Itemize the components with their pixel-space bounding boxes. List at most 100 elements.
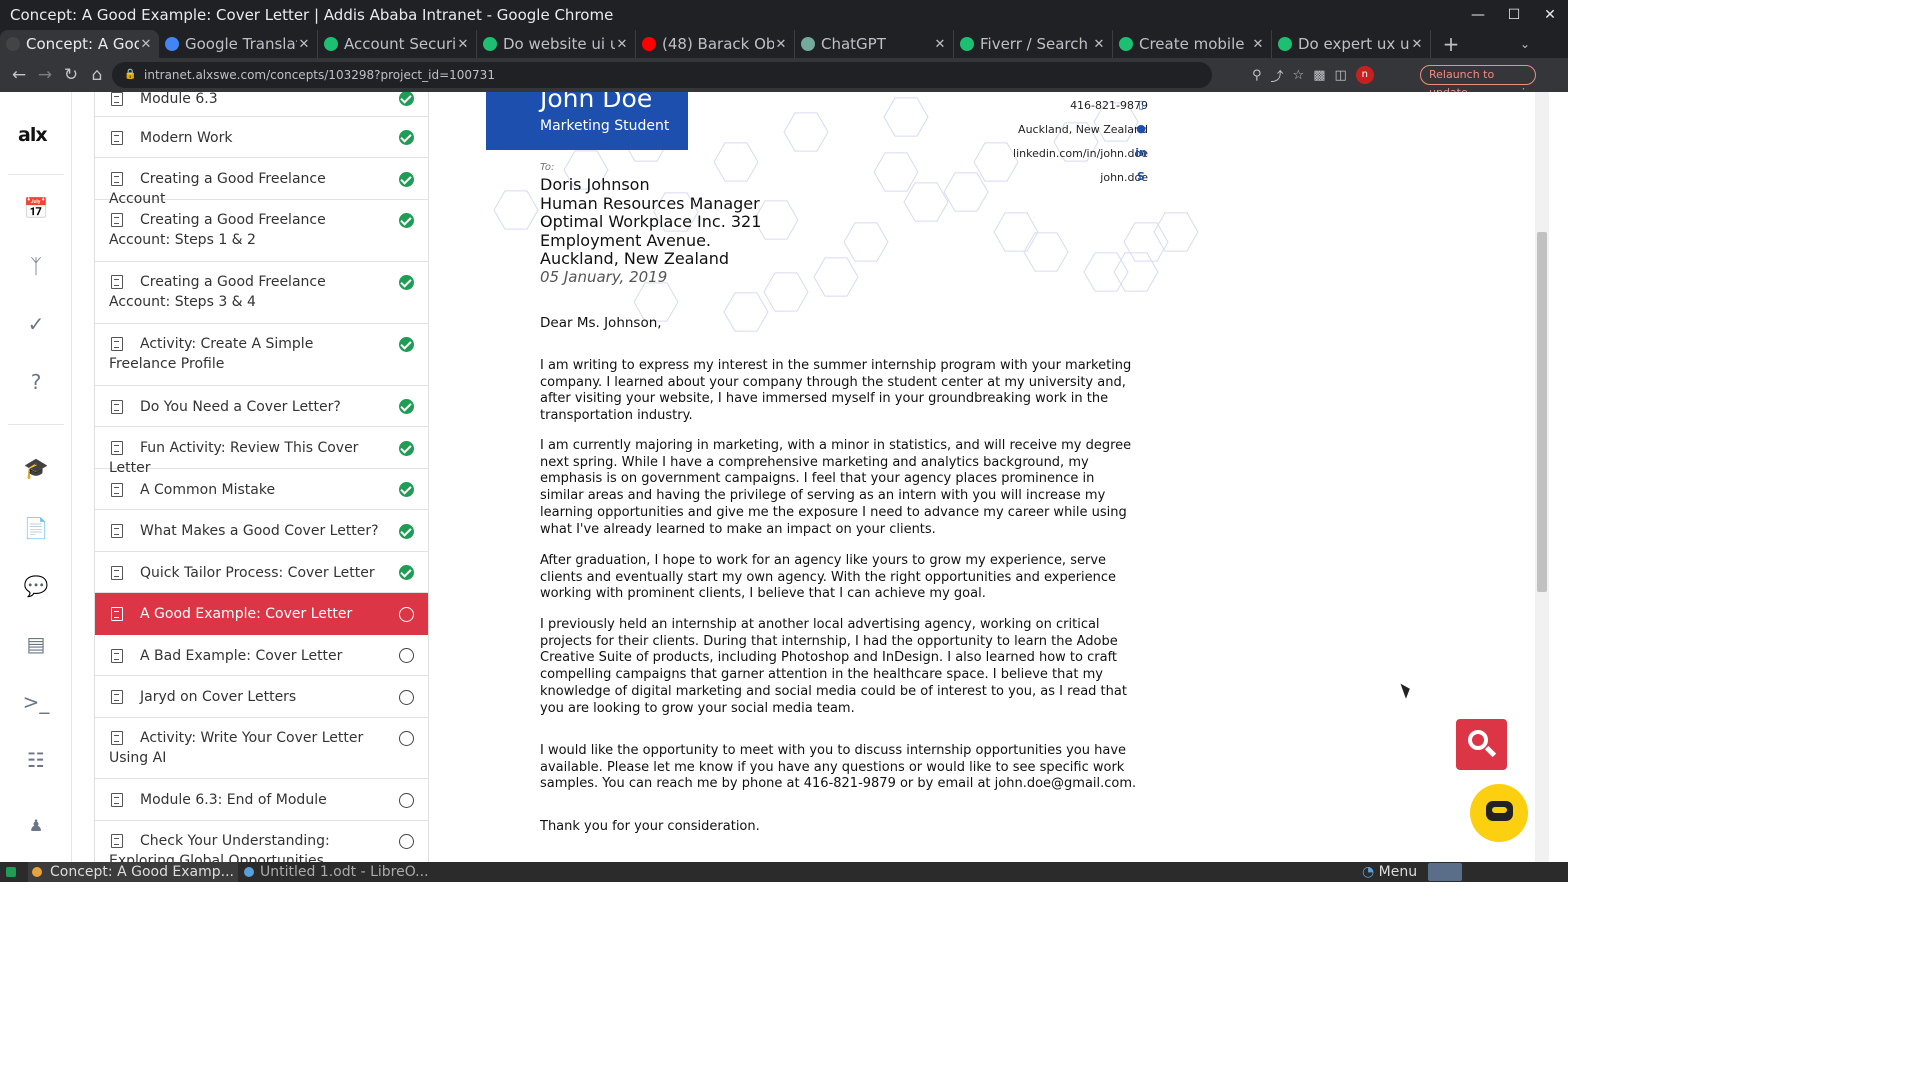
graduation-cap-icon[interactable]: 🎓 [22, 456, 50, 480]
tab-7[interactable]: Create mobile ✕ [1113, 30, 1272, 58]
sidebar-item[interactable]: Activity: Create A Simple Freelance Prof… [95, 324, 428, 386]
alx-logo[interactable]: alx [18, 124, 48, 146]
favicon-icon [960, 37, 974, 51]
close-tab-icon[interactable]: ✕ [139, 37, 153, 52]
chatbot-button[interactable] [1470, 784, 1528, 842]
tab-label: Fiverr / Search [980, 35, 1089, 53]
menu-icon: ◔ [1362, 864, 1375, 880]
chat-icon[interactable]: 💬 [22, 574, 50, 598]
start-icon[interactable] [6, 867, 16, 877]
sidebar-item[interactable]: A Bad Example: Cover Letter [95, 635, 428, 676]
favicon-icon [6, 37, 20, 51]
check-icon[interactable]: ✓ [22, 312, 50, 336]
recipient-line: Employment Avenue. [540, 230, 712, 250]
sidebar-item[interactable]: What Makes a Good Cover Letter? [95, 510, 428, 552]
sidebar-item[interactable]: Quick Tailor Process: Cover Letter [95, 552, 428, 593]
menu-label: Menu [1378, 864, 1418, 880]
close-tab-icon[interactable]: ✕ [297, 37, 311, 52]
close-window-button[interactable]: ✕ [1532, 0, 1568, 30]
film-icon[interactable]: ☷ [22, 748, 50, 772]
sidebar-item[interactable]: Module 6.3: End of Module [95, 779, 428, 821]
scrollbar-thumb[interactable] [1537, 232, 1547, 592]
calendar-icon[interactable]: 📅 [22, 196, 50, 220]
to-label: To: [540, 162, 555, 173]
terminal-icon[interactable]: >_ [22, 690, 50, 714]
sidebar-item[interactable]: A Common Mistake [95, 469, 428, 510]
search-button[interactable] [1456, 719, 1507, 770]
sidebar-item[interactable]: Fun Activity: Review This Cover Letter [95, 427, 428, 476]
person-icon[interactable]: ♟ [22, 814, 50, 838]
taskbar-item-libreoffice[interactable]: Untitled 1.odt - LibreO... [242, 862, 442, 882]
document-icon[interactable]: 📄 [22, 516, 50, 540]
tab-2[interactable]: Account Security✕ [318, 30, 477, 58]
hexagon-shape [1123, 222, 1169, 262]
close-tab-icon[interactable]: ✕ [774, 37, 788, 52]
sidebar-item[interactable]: Creating a Good Freelance Account: Steps… [95, 200, 428, 262]
tab-label: Account Security [344, 35, 456, 53]
close-tab-icon[interactable]: ✕ [456, 37, 470, 52]
sidebar-item[interactable]: Activity: Write Your Cover Letter Using … [95, 718, 428, 779]
sidebar-item[interactable]: Module 6.3 [95, 92, 428, 117]
tray-chrome-icon[interactable] [1428, 863, 1462, 881]
fork-icon[interactable]: ᛉ [22, 254, 50, 278]
chrome-icon [32, 867, 42, 877]
letter-date: 05 January, 2019 [540, 268, 668, 286]
home-icon[interactable]: ⌂ [84, 65, 110, 85]
incomplete-circle-icon [399, 606, 414, 622]
hexagon-shape [943, 172, 989, 212]
server-icon[interactable]: ▤ [22, 632, 50, 656]
completed-check-icon [399, 440, 414, 456]
favicon-icon [1119, 37, 1133, 51]
favicon-icon [165, 37, 179, 51]
tab-6[interactable]: Fiverr / Search ✕ [954, 30, 1113, 58]
reload-icon[interactable]: ↻ [58, 65, 84, 85]
question-icon[interactable]: ? [22, 370, 50, 394]
tab-1[interactable]: Google Translate✕ [159, 30, 318, 58]
close-tab-icon[interactable]: ✕ [1251, 37, 1265, 52]
phone-icon: ▯ [1137, 98, 1145, 111]
address-bar[interactable]: 🔒 intranet.alxswe.com/concepts/103298?pr… [112, 62, 1212, 88]
rail-divider [8, 424, 64, 425]
completed-check-icon [399, 399, 414, 414]
extensions-icon[interactable]: ▩ [1313, 68, 1325, 83]
sidebar-item[interactable]: A Good Example: Cover Letter [95, 593, 428, 635]
tab-5[interactable]: ChatGPT ✕ [795, 30, 954, 58]
sidebar-item[interactable]: Check Your Understanding: Exploring Glob… [95, 821, 428, 862]
bookmark-star-icon[interactable]: ☆ [1293, 68, 1305, 83]
profile-avatar[interactable]: n [1355, 66, 1374, 84]
name-banner: John Doe Marketing Student [486, 92, 688, 150]
tab-3[interactable]: Do website ui ux✕ [477, 30, 636, 58]
sidebar-item[interactable]: Creating a Good Freelance Account [95, 158, 428, 207]
sidebar-item[interactable]: Modern Work [95, 117, 428, 158]
forward-icon[interactable]: → [32, 65, 58, 85]
incomplete-circle-icon [399, 834, 414, 849]
close-tab-icon[interactable]: ✕ [615, 37, 629, 52]
sidebar-item[interactable]: Do You Need a Cover Letter? [95, 386, 428, 427]
sidebar-item[interactable]: Creating a Good Freelance Account: Steps… [95, 262, 428, 324]
tab-search-icon[interactable]: ⌄ [1520, 30, 1530, 58]
maximize-button[interactable]: ☐ [1496, 0, 1532, 30]
side-panel-icon[interactable]: ◫ [1335, 68, 1347, 83]
back-icon[interactable]: ← [6, 65, 32, 85]
close-tab-icon[interactable]: ✕ [1092, 37, 1106, 52]
sidebar-item[interactable]: Jaryd on Cover Letters [95, 676, 428, 718]
tab-8[interactable]: Do expert ux ui ✕ [1272, 30, 1431, 58]
applicant-name: John Doe [540, 92, 653, 113]
window-controls: — ☐ ✕ [1460, 0, 1568, 30]
close-tab-icon[interactable]: ✕ [933, 37, 947, 52]
tab-4[interactable]: (48) Barack Obama✕ [636, 30, 795, 58]
zoom-icon[interactable]: ⚲ [1252, 68, 1262, 83]
taskbar-item-chrome[interactable]: Concept: A Good Examp... [28, 862, 238, 882]
tab-0[interactable]: Concept: A Good Example: Cover Letter✕ [0, 30, 159, 58]
minimize-button[interactable]: — [1460, 0, 1496, 30]
close-tab-icon[interactable]: ✕ [1410, 37, 1424, 52]
taskbar-menu[interactable]: ◔ Menu [1362, 862, 1417, 882]
sidebar-item-label: Activity: Write Your Cover Letter Using … [109, 730, 364, 766]
search-icon [1468, 730, 1488, 750]
new-tab-button[interactable]: + [1431, 30, 1471, 58]
paragraph: I am currently majoring in marketing, wi… [540, 438, 1132, 537]
page-scrollbar[interactable] [1535, 92, 1549, 862]
share-icon[interactable]: ⤴ [1271, 66, 1284, 85]
relaunch-button[interactable]: Relaunch to update⋮ [1420, 65, 1536, 99]
taskbar-item-label: Untitled 1.odt - LibreO... [260, 864, 429, 880]
